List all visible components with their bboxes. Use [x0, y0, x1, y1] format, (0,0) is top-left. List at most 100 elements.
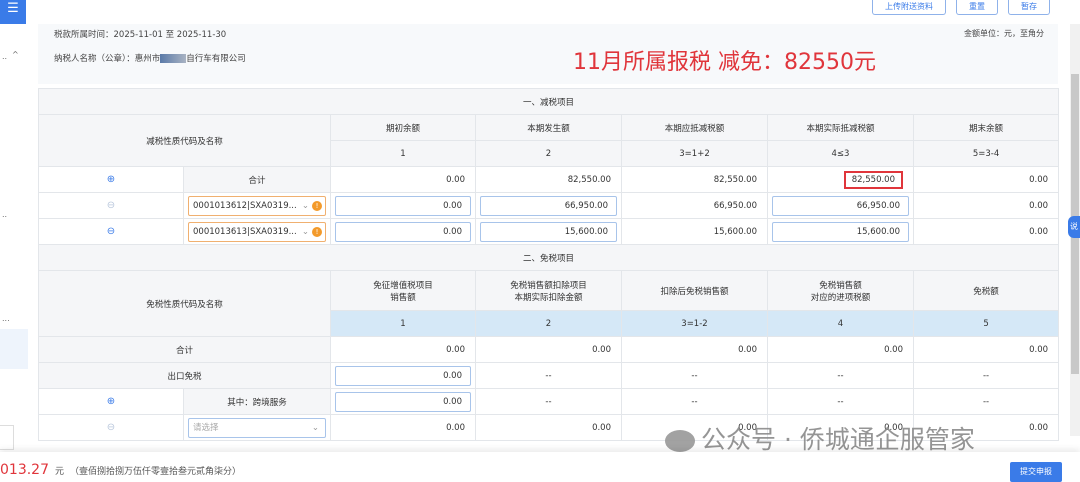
cell: --	[621, 362, 768, 389]
col-num: 3=1+2	[621, 140, 768, 167]
sidebar-item[interactable]: ...	[2, 314, 10, 323]
exempt-code-select[interactable]: 请选择 ⌄	[188, 417, 326, 438]
remove-row-icon[interactable]: ⊖	[107, 200, 115, 211]
total-tax-amount: 013.27 元 （壹佰捌拾捌万伍仟零壹拾叁元贰角柒分）	[0, 462, 241, 478]
cell: --	[621, 388, 768, 415]
declaration-info: 税款所属时间：2025-11-01 至 2025-11-30 纳税人名称（公章）…	[38, 24, 1058, 84]
cell: 0.00	[912, 166, 1060, 193]
tax-period: 税款所属时间：2025-11-01 至 2025-11-30	[54, 30, 227, 40]
warning-icon: !	[312, 226, 322, 237]
chevron-up-icon[interactable]: ^	[12, 50, 19, 59]
cell: --	[912, 362, 1060, 389]
chevron-down-icon: ⌄	[301, 200, 309, 211]
col-num: 1	[330, 310, 476, 337]
sidebar-active-item[interactable]	[0, 329, 28, 369]
exempt-total-row: 合计 0.00 0.00 0.00 0.00 0.00	[38, 336, 1060, 363]
amount-input[interactable]: 0.00	[335, 221, 471, 242]
col-header: 本期应抵减税额	[621, 114, 768, 141]
cell: 0.00	[912, 218, 1060, 245]
amount-input[interactable]: 15,600.00	[772, 221, 909, 242]
cell: 0.00	[912, 336, 1060, 363]
save-draft-button[interactable]: 暂存	[1008, 0, 1050, 15]
cell: --	[767, 362, 914, 389]
col-header: 本期发生额	[475, 114, 622, 141]
total-label: 合计	[183, 166, 331, 193]
cell: 66,950.00	[621, 192, 768, 219]
taxpayer-prefix: 纳税人名称（公章）：惠州市	[54, 54, 161, 64]
col-header: 期初余额	[330, 114, 476, 141]
sidebar-item[interactable]: ..	[2, 52, 7, 61]
select-value: 0001013613|SXA0319...	[193, 226, 297, 237]
col-header: 免税额	[912, 270, 1060, 311]
cell: 0.00	[475, 336, 622, 363]
chevron-down-icon: ⌄	[311, 422, 319, 433]
amount-input[interactable]: 15,600.00	[480, 221, 617, 242]
taxpayer-name: 纳税人名称（公章）：惠州市 自行车有限公司	[54, 52, 246, 64]
reduce-row: ⊖ 0001013612|SXA0319... ⌄! 0.00 66,950.00…	[38, 192, 1060, 219]
amount-input[interactable]: 0.00	[335, 365, 471, 386]
taxpayer-suffix: 自行车有限公司	[186, 54, 246, 64]
cell: --	[475, 388, 622, 415]
add-row-icon[interactable]: ⊕	[107, 174, 115, 185]
col-num: 3=1-2	[621, 310, 768, 337]
sidebar-item[interactable]: ..	[2, 210, 7, 219]
cell: 0.00	[621, 336, 768, 363]
upload-attachment-button[interactable]: 上传附送资料	[872, 0, 946, 15]
amount-in-words: （壹佰捌拾捌万伍仟零壹拾叁元贰角柒分）	[70, 467, 242, 477]
amount-value: 013.27	[0, 462, 49, 478]
col-num: 5=3-4	[912, 140, 1060, 167]
redacted-block	[160, 54, 187, 63]
col-num: 4	[767, 310, 914, 337]
cell: 15,600.00	[621, 218, 768, 245]
cell: 0.00	[330, 336, 476, 363]
menu-fold-button[interactable]: ☰	[0, 0, 26, 24]
cell: --	[912, 388, 1060, 415]
col-num: 2	[475, 140, 622, 167]
cell: 0.00	[912, 192, 1060, 219]
watermark: 公众号 · 侨城通企服管家	[665, 420, 975, 456]
export-exempt-row: 出口免税 0.00 -- -- -- --	[38, 362, 1060, 389]
cell: --	[767, 388, 914, 415]
sidebar: .. ^ .. ...	[0, 24, 28, 434]
col-header: 扣除后免税销售额	[621, 270, 768, 311]
cell: 0.00	[330, 166, 476, 193]
cell: 82,550.00	[475, 166, 622, 193]
col-header: 免征增值税项目 销售额	[330, 270, 476, 311]
reduce-total-row: ⊕ 合计 0.00 82,550.00 82,550.00 82,550.00 …	[38, 166, 1060, 193]
highlighted-total: 82,550.00	[843, 170, 903, 189]
col-num: 4≤3	[767, 140, 914, 167]
col-header: 免税销售额扣除项目 本期实际扣除金额	[475, 270, 622, 311]
col-num: 1	[330, 140, 476, 167]
amount-input[interactable]: 66,950.00	[480, 195, 617, 216]
add-row-icon[interactable]: ⊕	[107, 396, 115, 407]
reduce-name-header: 减税性质代码及名称	[38, 114, 331, 167]
col-num: 2	[475, 310, 622, 337]
amount-input[interactable]: 0.00	[335, 195, 471, 216]
reset-button[interactable]: 重置	[956, 0, 998, 15]
row-label: 出口免税	[38, 362, 331, 389]
declaration-table: 一、减税项目 减税性质代码及名称 期初余额 本期发生额 本期应抵减税额 本期实际…	[37, 88, 1060, 441]
amount-unit: 金额单位：元，至角分	[964, 29, 1044, 38]
amount-input[interactable]: 0.00	[335, 391, 471, 412]
left-collapsed-panel[interactable]	[0, 425, 14, 450]
exempt-name-header: 免税性质代码及名称	[38, 270, 331, 337]
submit-declaration-button[interactable]: 提交申报	[1010, 462, 1062, 482]
remove-row-icon[interactable]: ⊖	[107, 226, 115, 237]
cell: 0.00	[475, 414, 622, 441]
amount-input[interactable]: 66,950.00	[772, 195, 909, 216]
cell: --	[475, 362, 622, 389]
side-help-tab[interactable]: 说	[1068, 216, 1080, 238]
remove-row-icon[interactable]: ⊖	[107, 422, 115, 433]
warning-icon: !	[312, 200, 322, 211]
total-label: 合计	[38, 336, 331, 363]
cell: 0.00	[330, 414, 476, 441]
select-value: 0001013612|SXA0319...	[193, 200, 297, 211]
reduce-code-select[interactable]: 0001013613|SXA0319... ⌄!	[188, 221, 326, 242]
annotation-text: 11月所属报税 减免：82550元	[573, 50, 876, 75]
section-exempt-title: 二、免税项目	[37, 244, 1060, 271]
col-num: 5	[912, 310, 1060, 337]
reduce-row: ⊖ 0001013613|SXA0319... ⌄! 0.00 15,600.00…	[38, 218, 1060, 245]
reduce-code-select[interactable]: 0001013612|SXA0319... ⌄!	[188, 195, 326, 216]
chevron-down-icon: ⌄	[301, 226, 309, 237]
select-placeholder: 请选择	[193, 422, 219, 433]
